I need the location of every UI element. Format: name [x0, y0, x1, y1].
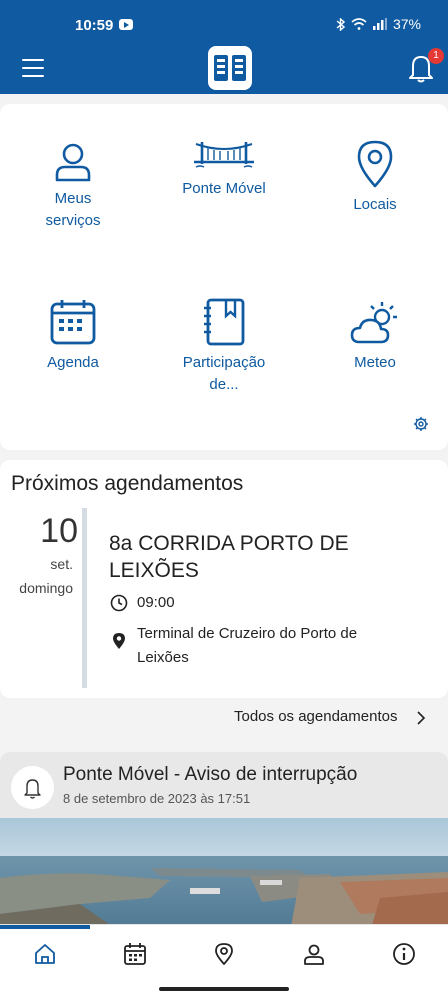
shortcut-label: Meteo [354, 354, 396, 371]
event-title[interactable]: 8a CORRIDA PORTO DE LEIXÕES [109, 530, 419, 584]
news-card[interactable]: Ponte Móvel - Aviso de interrupção 8 de … [0, 752, 448, 932]
location-pin-icon [357, 140, 393, 188]
status-icons: 37% [336, 16, 421, 32]
event-location: Terminal de Cruzeiro do Porto de Leixões [137, 625, 358, 666]
news-header: Ponte Móvel - Aviso de interrupção 8 de … [0, 752, 448, 818]
calendar-icon [50, 300, 96, 345]
system-home-indicator [0, 984, 448, 1000]
section-title: Próximos agendamentos [11, 472, 244, 495]
news-title: Ponte Móvel - Aviso de interrupção [63, 764, 358, 785]
person-icon [55, 143, 91, 182]
profile-icon[interactable] [302, 942, 326, 966]
shortcut-ponte-movel[interactable]: Ponte Móvel [154, 138, 294, 200]
divider [82, 508, 87, 688]
event-time: 09:00 [137, 594, 175, 611]
shortcut-meus-servicos[interactable]: Meus serviços [3, 142, 143, 232]
home-icon[interactable] [33, 942, 57, 966]
event-month: set. [50, 556, 73, 572]
youtube-notification-icon [119, 19, 133, 30]
shortcut-label: Meus serviços [45, 190, 101, 229]
shortcuts-card: Meus serviços Ponte Móvel Locais Agenda … [0, 104, 448, 450]
app-bar: 1 [0, 46, 448, 94]
shortcut-participacao[interactable]: Participação de... [154, 298, 294, 396]
clock-icon [110, 594, 128, 612]
shortcut-locais[interactable]: Locais [305, 140, 445, 216]
calendar-icon[interactable] [123, 942, 147, 966]
news-image [0, 818, 448, 932]
info-icon[interactable] [392, 942, 416, 966]
bluetooth-icon [336, 17, 345, 31]
status-bar: 10:59 37% [0, 0, 448, 48]
news-bell-icon [11, 766, 54, 809]
all-schedules-link[interactable]: Todos os agendamentos [234, 708, 397, 725]
chevron-right-icon[interactable] [416, 710, 426, 726]
shortcut-meteo[interactable]: Meteo [305, 298, 445, 374]
wifi-icon [351, 18, 367, 30]
gear-icon[interactable] [413, 416, 429, 432]
status-time: 10:59 [75, 17, 114, 34]
notebook-icon [204, 298, 245, 346]
signal-icon [372, 18, 387, 30]
battery-percent: 37% [392, 16, 421, 32]
shortcut-label: Participação de... [182, 354, 266, 393]
nav-active-indicator [0, 925, 90, 929]
bottom-nav [0, 924, 448, 984]
app-logo [208, 46, 252, 90]
shortcut-label: Ponte Móvel [182, 180, 266, 197]
bridge-icon [194, 142, 254, 168]
shortcut-label: Agenda [47, 354, 99, 371]
notification-badge: 1 [428, 48, 444, 64]
event-weekday: domingo [19, 580, 73, 596]
weather-icon [350, 302, 397, 344]
shortcut-agenda[interactable]: Agenda [3, 298, 143, 374]
location-pin-icon[interactable] [212, 942, 236, 966]
schedule-card: Próximos agendamentos 10 set. domingo 8a… [0, 460, 448, 698]
location-pin-icon [113, 633, 125, 649]
shortcut-label: Locais [353, 196, 397, 213]
menu-icon[interactable] [22, 59, 44, 77]
event-day: 10 [40, 512, 78, 550]
news-date: 8 de setembro de 2023 às 17:51 [63, 791, 251, 806]
